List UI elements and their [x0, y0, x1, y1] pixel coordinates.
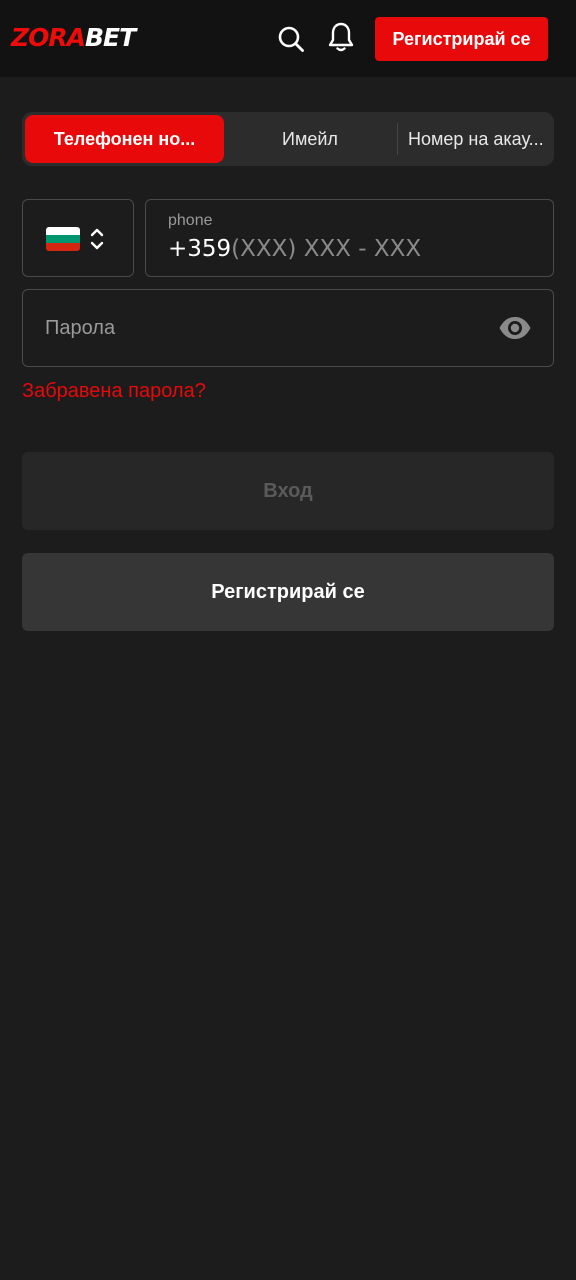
bulgaria-flag-icon [46, 227, 80, 251]
flag-stripe-white [46, 227, 80, 235]
tab-email[interactable]: Имейл [224, 115, 396, 163]
flag-stripe-green [46, 235, 80, 243]
register-button[interactable]: Регистрирай се [22, 553, 554, 631]
header-register-button[interactable]: Регистрирай се [375, 17, 548, 61]
chevron-updown-icon [90, 228, 104, 250]
country-code-selector[interactable] [22, 199, 134, 277]
login-button[interactable]: Вход [22, 452, 554, 530]
eye-icon[interactable] [498, 315, 532, 341]
flag-stripe-red [46, 243, 80, 251]
top-header: ZORA BET Регистрирай се [0, 0, 576, 77]
password-input[interactable]: Парола [22, 289, 554, 367]
forgot-password-link[interactable]: Забравена парола? [22, 380, 206, 403]
login-method-tabs: Телефонен но... Имейл Номер на акау... [22, 112, 554, 166]
logo-text-zora: ZORA [11, 22, 86, 52]
bell-icon[interactable] [326, 22, 356, 52]
search-icon[interactable] [276, 24, 306, 54]
phone-input[interactable]: phone +359(XXX) XXX - XXX [145, 199, 554, 277]
password-placeholder: Парола [45, 317, 116, 339]
zorabet-logo[interactable]: ZORA BET [11, 22, 136, 52]
phone-country-code: +359 [168, 236, 232, 262]
phone-value: +359(XXX) XXX - XXX [168, 236, 421, 262]
phone-mask: (XXX) XXX - XXX [231, 236, 422, 262]
phone-label: phone [168, 212, 213, 229]
tab-account-number[interactable]: Номер на акау... [398, 115, 551, 163]
tab-phone[interactable]: Телефонен но... [25, 115, 224, 163]
logo-text-bet: BET [84, 22, 136, 52]
